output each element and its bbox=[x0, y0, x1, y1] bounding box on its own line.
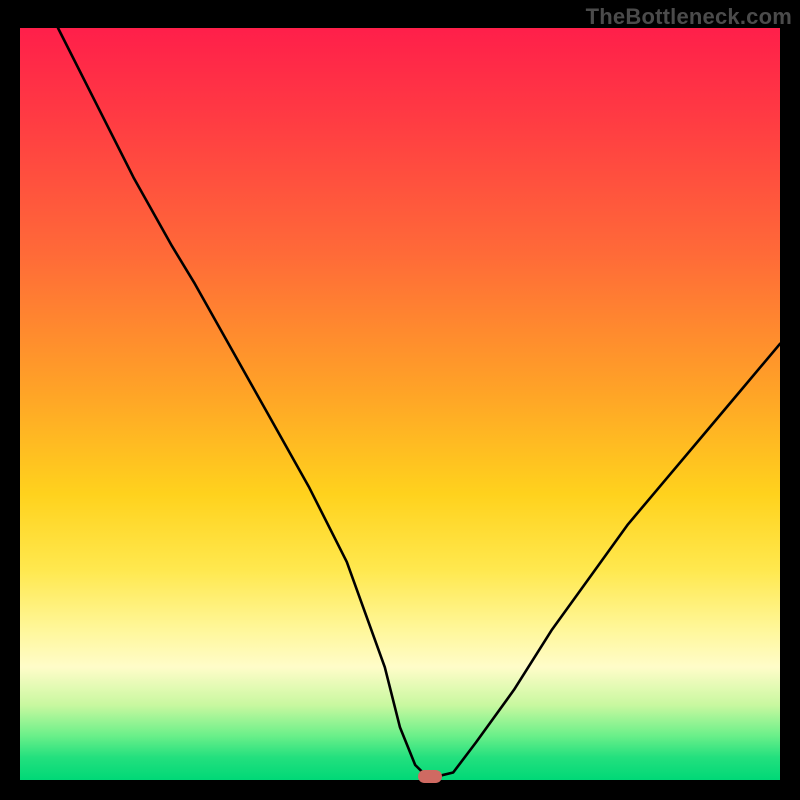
curve-path bbox=[58, 28, 780, 776]
optimal-point-marker bbox=[418, 770, 442, 783]
chart-frame: TheBottleneck.com bbox=[0, 0, 800, 800]
bottleneck-curve bbox=[20, 28, 780, 780]
plot-area bbox=[20, 28, 780, 780]
watermark-text: TheBottleneck.com bbox=[586, 4, 792, 30]
